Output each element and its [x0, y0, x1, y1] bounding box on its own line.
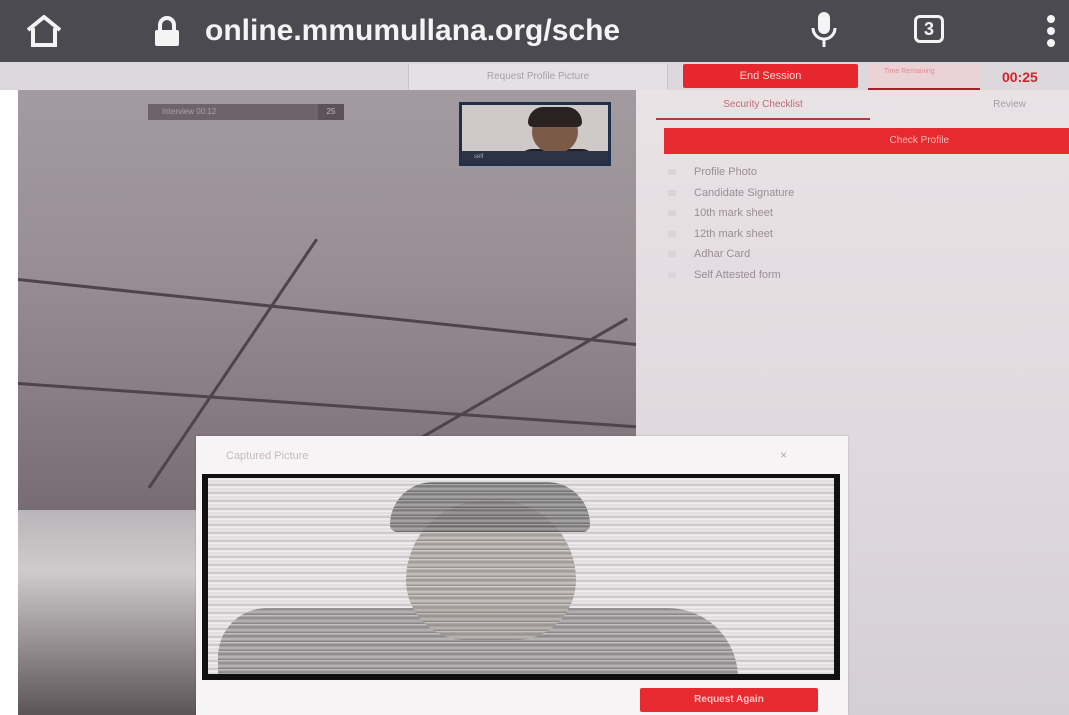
checkbox-icon[interactable]: [668, 271, 676, 278]
checklist-item-label: Adhar Card: [694, 248, 751, 261]
captured-picture-modal: Captured Picture × Request Again: [196, 436, 848, 715]
modal-title: Captured Picture: [226, 450, 309, 462]
tab-count-button[interactable]: 3: [914, 15, 944, 43]
checklist-item-label: Candidate Signature: [694, 186, 795, 199]
lock-icon[interactable]: [152, 16, 182, 48]
checkbox-icon[interactable]: [668, 230, 676, 237]
checklist-item[interactable]: 12th mark sheet: [666, 224, 1046, 245]
preview-caption: self: [462, 151, 608, 163]
checklist-item-label: 12th mark sheet: [694, 227, 773, 240]
captured-person-hair: [390, 482, 590, 532]
checkbox-icon[interactable]: [668, 210, 676, 217]
ceiling-line: [18, 278, 636, 348]
preview-person-hair: [528, 107, 582, 127]
security-checklist: Profile Photo Candidate Signature 10th m…: [666, 162, 1046, 286]
checklist-item[interactable]: Adhar Card: [666, 244, 1046, 265]
captured-picture-image: [208, 478, 834, 674]
checklist-item[interactable]: Candidate Signature: [666, 183, 1046, 204]
checkbox-icon[interactable]: [668, 169, 676, 175]
checkbox-icon[interactable]: [668, 251, 676, 258]
checklist-item-label: 10th mark sheet: [694, 207, 773, 220]
timer-value: 00:25: [1002, 69, 1038, 85]
video-feed-lower: [18, 510, 198, 715]
captured-picture-frame: [202, 474, 840, 680]
checklist-item[interactable]: Profile Photo: [666, 162, 1046, 183]
microphone-icon[interactable]: [810, 10, 838, 50]
checklist-item-label: Self Attested form: [694, 268, 781, 281]
ceiling-line: [18, 382, 636, 430]
tab-review[interactable]: Review: [950, 92, 1069, 118]
video-label: Interview 00:12: [148, 104, 328, 120]
url-text[interactable]: online.mmumullana.org/sche: [205, 12, 705, 50]
checklist-item[interactable]: 10th mark sheet: [666, 203, 1046, 224]
checklist-item-label: Profile Photo: [694, 166, 757, 178]
tab-security-checklist[interactable]: Security Checklist: [656, 92, 870, 120]
checkbox-icon[interactable]: [668, 189, 676, 196]
app-toolbar: Request Profile Picture End Session Time…: [0, 62, 1069, 90]
request-again-button[interactable]: Request Again: [640, 688, 818, 712]
check-profile-button[interactable]: Check Profile: [664, 128, 1069, 154]
video-count-badge: 25: [318, 104, 344, 120]
close-icon[interactable]: ×: [780, 448, 794, 462]
checklist-item[interactable]: Self Attested form: [666, 265, 1046, 286]
browser-url-bar: online.mmumullana.org/sche 3: [0, 0, 1069, 62]
timer-label: Time Remaining: [868, 64, 980, 90]
more-menu-icon[interactable]: [1044, 14, 1058, 48]
home-icon[interactable]: [26, 14, 62, 48]
self-video-preview[interactable]: self: [459, 102, 611, 166]
request-profile-picture-button[interactable]: Request Profile Picture: [408, 64, 668, 90]
end-session-button[interactable]: End Session: [683, 64, 858, 88]
